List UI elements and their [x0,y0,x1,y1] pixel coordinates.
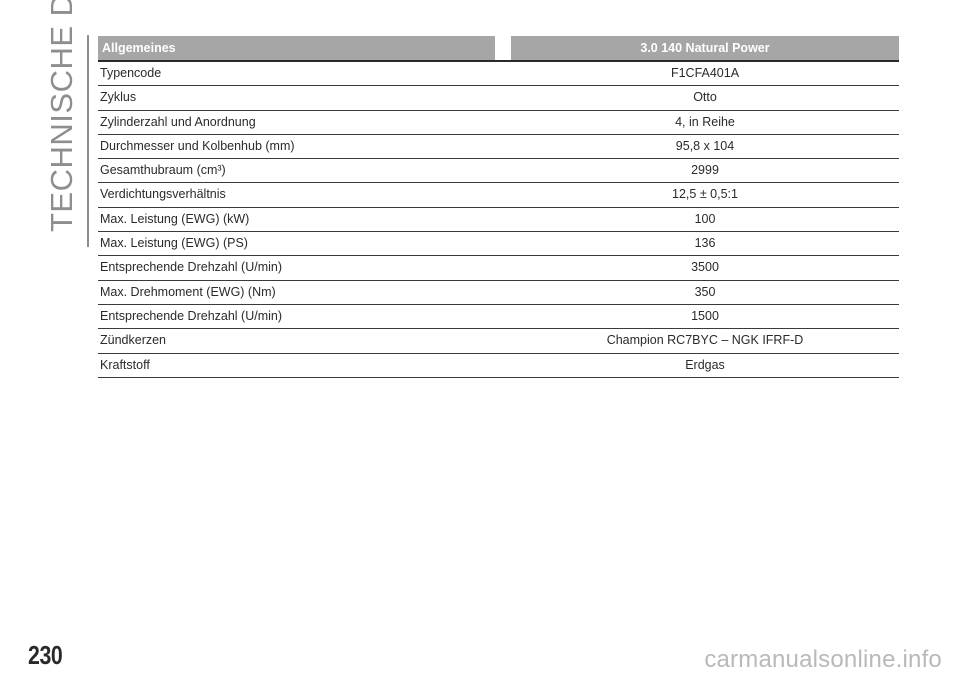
header-engine-variant: 3.0 140 Natural Power [511,36,899,60]
row-label: Entsprechende Drehzahl (U/min) [100,260,283,275]
row-value: 100 [694,211,716,226]
table-row: Typencode F1CFA401A [98,62,899,87]
row-label: Max. Leistung (EWG) (kW) [100,211,250,226]
table-row: Gesamthubraum (cm³) 2999 [98,159,899,184]
row-value: 95,8 x 104 [675,138,735,153]
row-label: Gesamthubraum (cm³) [100,163,226,178]
row-label: Max. Leistung (EWG) (PS) [100,236,248,251]
row-value: 4, in Reihe [675,114,735,129]
section-side-divider [87,35,89,247]
section-side-title: TECHNISCHE DATEN [44,0,79,232]
watermark-text: carmanualsonline.info [704,646,942,673]
row-label: Typencode [100,66,162,80]
table-row: Verdichtungsverhältnis 12,5 ± 0,5:1 [98,183,899,208]
row-value: 2999 [691,163,719,178]
header-general: Allgemeines [98,36,495,60]
header-gap [495,36,511,60]
row-label: Zyklus [100,90,137,105]
row-value: Erdgas [685,357,725,372]
table-row: Entsprechende Drehzahl (U/min) 1500 [98,305,899,330]
row-value: F1CFA401A [670,66,740,80]
row-label: Kraftstoff [100,357,150,372]
table-row: Entsprechende Drehzahl (U/min) 3500 [98,256,899,281]
table-row: Zyklus Otto [98,86,899,111]
table-header: Allgemeines 3.0 140 Natural Power [98,36,899,62]
table-row: Max. Leistung (EWG) (PS) 136 [98,232,899,257]
spec-table: Allgemeines 3.0 140 Natural Power Typenc… [98,36,899,378]
page-number: 230 [28,640,63,670]
row-value: Champion RC7BYC – NGK IFRF-D [606,333,804,348]
table-row: Max. Leistung (EWG) (kW) 100 [98,208,899,233]
table-row: Max. Drehmoment (EWG) (Nm) 350 [98,281,899,305]
table-row: Zündkerzen Champion RC7BYC – NGK IFRF-D [98,329,899,354]
row-value: Otto [693,90,717,105]
row-value: 12,5 ± 0,5:1 [672,187,738,202]
row-label: Zylinderzahl und Anordnung [100,114,256,129]
row-label: Zündkerzen [100,333,167,348]
row-label: Durchmesser und Kolbenhub (mm) [100,138,295,153]
row-value: 350 [694,284,716,299]
table-row: Zylinderzahl und Anordnung 4, in Reihe [98,111,899,135]
table-row: Kraftstoff Erdgas [98,354,899,378]
row-label: Entsprechende Drehzahl (U/min) [100,308,283,323]
row-label: Max. Drehmoment (EWG) (Nm) [100,284,276,299]
table-row: Durchmesser und Kolbenhub (mm) 95,8 x 10… [98,135,899,160]
row-value: 1500 [691,308,719,323]
row-label: Verdichtungsverhältnis [100,187,226,202]
row-value: 3500 [691,260,719,275]
row-value: 136 [694,236,716,251]
